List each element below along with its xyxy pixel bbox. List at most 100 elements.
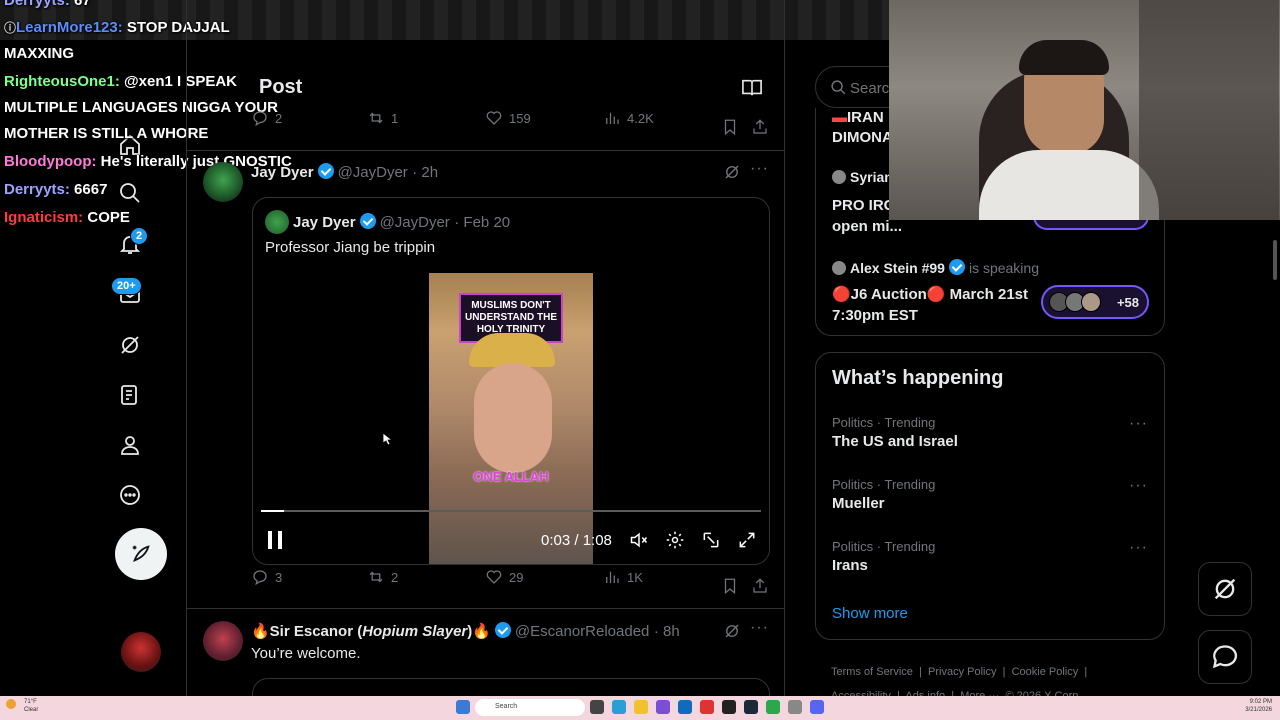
footer-link[interactable]: Terms of Service xyxy=(831,666,913,678)
post-author-name[interactable]: Jay Dyer xyxy=(251,164,314,181)
reply-author-line: 🔥Sir Escanor (Hopium Slayer)🔥 @EscanorRel… xyxy=(251,622,680,641)
chat-message: 6667 xyxy=(74,181,108,198)
flag-icon: ▬ xyxy=(832,109,847,126)
grok-icon[interactable] xyxy=(723,622,741,640)
grok-fab-button[interactable] xyxy=(1198,562,1252,616)
face-shape xyxy=(474,363,552,473)
views-icon xyxy=(606,571,619,583)
whats-happening-card: What’s happening Politics · Trending The … xyxy=(815,352,1165,640)
trend-item[interactable]: Politics · Trending Mueller xyxy=(832,477,1150,512)
reply-author-name[interactable]: 🔥Sir Escanor (Hopium Slayer)🔥 xyxy=(251,623,491,640)
video-player[interactable]: MUSLIMS DON'T UNDERSTAND THE HOLY TRINIT… xyxy=(253,273,769,564)
reply-name-italic: Hopium Slayer xyxy=(362,623,468,640)
more-options-icon[interactable]: ··· xyxy=(1129,477,1148,495)
space-item[interactable]: ▬IRAN DIMONA xyxy=(832,108,893,148)
post-author-handle[interactable]: @JayDyer xyxy=(338,164,408,181)
more-options-icon[interactable]: ··· xyxy=(750,160,769,178)
trend-name: Mueller xyxy=(832,495,885,512)
reply-button[interactable]: 3 xyxy=(251,568,282,586)
chrome-icon[interactable] xyxy=(766,700,780,714)
app-icon[interactable] xyxy=(788,700,802,714)
steam-icon[interactable] xyxy=(744,700,758,714)
reply-author-handle[interactable]: @EscanorReloaded xyxy=(515,623,649,640)
chat-message: 67 xyxy=(74,0,91,9)
more-options-icon[interactable]: ··· xyxy=(750,619,769,637)
app-icon[interactable] xyxy=(678,700,692,714)
profile-icon[interactable] xyxy=(115,430,145,460)
bookmark-icon[interactable] xyxy=(721,577,739,595)
chat-bubble-icon xyxy=(1212,645,1238,669)
quoted-post[interactable]: Jay Dyer @JayDyer · Feb 20 Professor Jian… xyxy=(252,197,770,565)
app-icon[interactable] xyxy=(700,700,714,714)
bookmark-icon[interactable] xyxy=(721,118,739,136)
main-column: Post 2 1 159 4.2K Jay Dyer @JayDyer · 2h … xyxy=(186,0,785,708)
repost-icon xyxy=(369,112,383,124)
windows-start-icon[interactable] xyxy=(456,700,470,714)
pip-icon[interactable] xyxy=(701,530,721,550)
reply-avatar[interactable] xyxy=(203,621,243,661)
trend-item[interactable]: Politics · Trending Irans xyxy=(832,539,1150,574)
views-count: 4.2K xyxy=(627,110,654,126)
reply-button[interactable]: 2 xyxy=(251,109,282,127)
account-avatar[interactable] xyxy=(121,632,161,672)
repost-icon xyxy=(369,571,383,583)
repost-button[interactable]: 2 xyxy=(367,568,398,586)
trend-name: The US and Israel xyxy=(832,433,958,450)
messages-fab-button[interactable] xyxy=(1198,630,1252,684)
taskbar-search[interactable]: Search xyxy=(475,699,585,716)
settings-gear-icon[interactable] xyxy=(665,530,685,550)
search-icon xyxy=(831,80,846,95)
compose-post-button[interactable] xyxy=(115,528,167,580)
more-icon[interactable] xyxy=(115,480,145,510)
like-count: 159 xyxy=(509,110,531,126)
clock[interactable]: 9:02 PM 3/21/2026 xyxy=(1222,698,1272,714)
share-icon[interactable] xyxy=(751,118,769,136)
weather-widget[interactable]: 71°F Clear xyxy=(24,698,38,714)
space-host: IRAN xyxy=(847,109,884,126)
more-options-icon[interactable]: ··· xyxy=(1129,539,1148,557)
page-scrollbar[interactable] xyxy=(1273,240,1277,280)
info-icon: ⓘ xyxy=(4,21,17,35)
discord-icon[interactable] xyxy=(810,700,824,714)
app-icon[interactable] xyxy=(722,700,736,714)
taskview-icon[interactable] xyxy=(590,700,604,714)
views-button[interactable]: 4.2K xyxy=(603,109,654,127)
more-options-icon[interactable]: ··· xyxy=(1129,415,1148,433)
verified-icon xyxy=(359,213,376,229)
pause-icon[interactable] xyxy=(265,529,285,551)
grok-icon[interactable] xyxy=(115,330,145,360)
trend-item[interactable]: Politics · Trending The US and Israel xyxy=(832,415,1150,450)
quote-text: Professor Jiang be trippin xyxy=(265,239,436,256)
repost-button[interactable]: 1 xyxy=(367,109,398,127)
quote-avatar xyxy=(265,210,289,234)
views-button[interactable]: 1K xyxy=(603,568,643,586)
taskbar-search-label: Search xyxy=(495,703,518,710)
lists-icon[interactable] xyxy=(115,380,145,410)
like-button[interactable]: 159 xyxy=(485,109,531,127)
show-more-link[interactable]: Show more xyxy=(832,605,908,622)
space-title[interactable]: 🔴J6 Auction🔴 March 21st 7:30pm EST xyxy=(832,284,1032,326)
reply-time[interactable]: · 8h xyxy=(654,623,680,640)
share-icon[interactable] xyxy=(751,577,769,595)
explorer-icon[interactable] xyxy=(634,700,648,714)
post-avatar[interactable] xyxy=(203,162,243,202)
grok-icon[interactable] xyxy=(723,163,741,181)
video-progress-track[interactable] xyxy=(261,510,761,512)
space-listeners-pill[interactable]: +58 xyxy=(1041,285,1149,319)
like-button[interactable]: 29 xyxy=(485,568,523,586)
footer-link[interactable]: Privacy Policy xyxy=(928,666,996,678)
app-icon[interactable] xyxy=(656,700,670,714)
quote-author-handle: @JayDyer xyxy=(379,214,450,231)
messages-badge: 20+ xyxy=(111,277,142,295)
quote-time: · Feb 20 xyxy=(454,214,511,231)
reader-icon[interactable] xyxy=(741,78,763,98)
video-frame: MUSLIMS DON'T UNDERSTAND THE HOLY TRINIT… xyxy=(429,273,593,564)
edge-icon[interactable] xyxy=(612,700,626,714)
search-icon[interactable] xyxy=(115,178,145,208)
post-time[interactable]: · 2h xyxy=(412,164,438,181)
fullscreen-icon[interactable] xyxy=(737,530,757,550)
mute-icon[interactable] xyxy=(629,530,649,550)
space-title: DIMONA xyxy=(832,129,893,146)
verified-icon xyxy=(948,259,965,275)
footer-link[interactable]: Cookie Policy xyxy=(1012,666,1079,678)
